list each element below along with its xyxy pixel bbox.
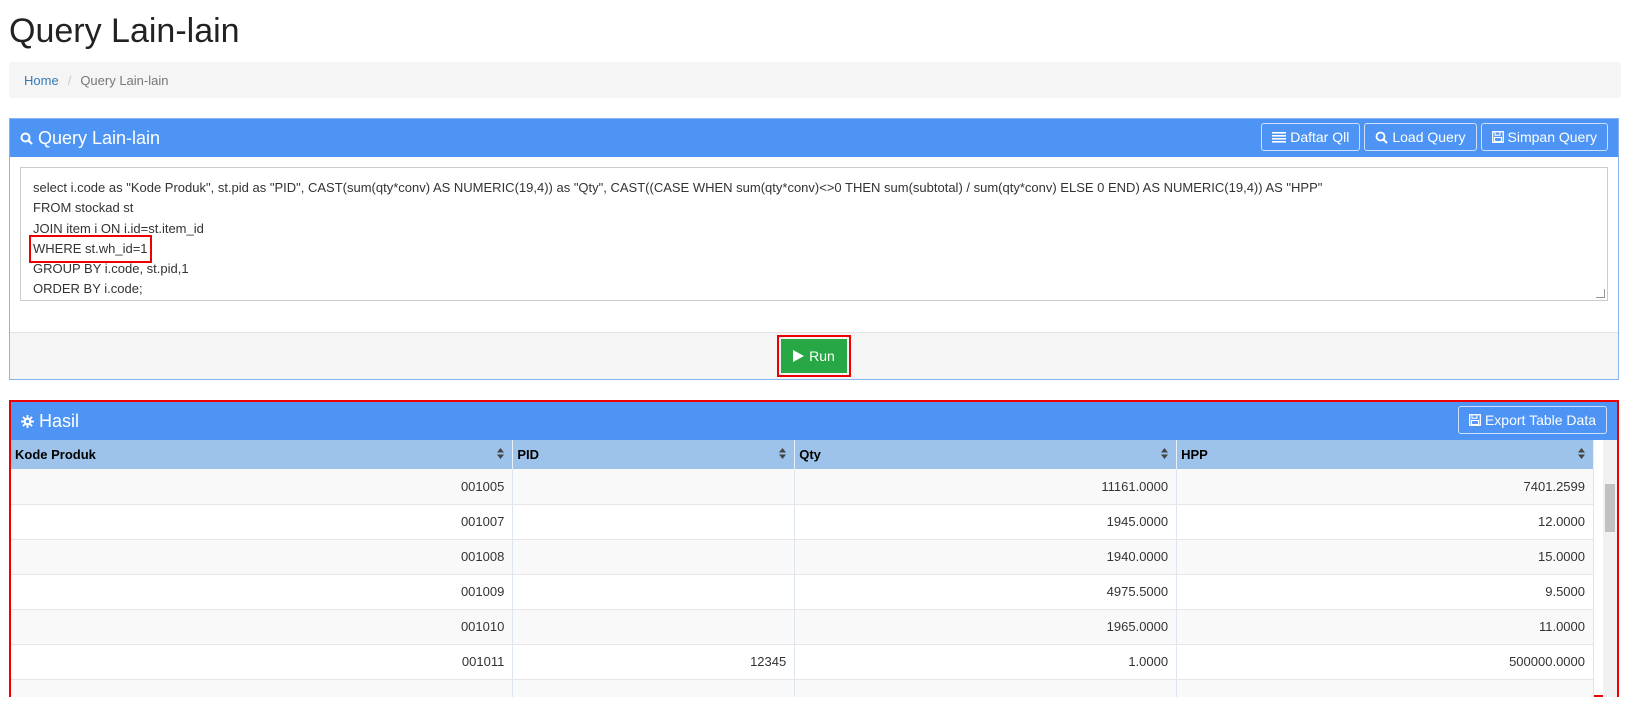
sort-icon — [779, 448, 787, 459]
query-line: ORDER BY i.code; — [33, 281, 143, 297]
cell-pid — [512, 609, 796, 645]
cell-qty: 1.0000 — [794, 644, 1178, 680]
table-row-partial[interactable] — [11, 679, 1594, 697]
cell-qty: 11161.0000 — [794, 469, 1178, 505]
column-header-label: Qty — [799, 447, 821, 462]
result-panel-title: Hasil — [21, 411, 79, 432]
result-table: Kode Produk PID Qty HPP 001005 11161.000… — [11, 440, 1594, 697]
daftar-qll-label: Daftar Qll — [1290, 129, 1350, 145]
result-toolbar: Export Table Data — [1457, 406, 1607, 434]
breadcrumb-separator: / — [67, 72, 72, 88]
simpan-query-button[interactable]: Simpan Query — [1480, 123, 1608, 151]
query-line-where: WHERE st.wh_id=1 — [29, 234, 1595, 264]
query-line: JOIN item i ON i.id=st.item_id — [33, 220, 204, 236]
column-header-label: Kode Produk — [15, 447, 96, 462]
query-toolbar: Daftar Qll Load Query Simpan Query — [1261, 123, 1608, 151]
result-panel-header: Hasil Export Table Data — [11, 402, 1617, 440]
cell-hpp: 500000.0000 — [1176, 644, 1594, 680]
export-table-data-button[interactable]: Export Table Data — [1457, 406, 1607, 434]
table-row[interactable]: 001010 1965.0000 11.0000 — [11, 609, 1594, 645]
query-panel: Query Lain-lain Daftar Qll Load Query Si… — [9, 118, 1619, 380]
cell-kode-produk: 001005 — [11, 469, 514, 505]
query-line: FROM stockad st — [33, 200, 134, 216]
column-header-qty[interactable]: Qty — [794, 440, 1178, 469]
load-query-button[interactable]: Load Query — [1364, 123, 1477, 151]
table-row[interactable]: 001007 1945.0000 12.0000 — [11, 504, 1594, 540]
result-table-container: Kode Produk PID Qty HPP 001005 11161.000… — [11, 440, 1617, 697]
play-icon — [793, 350, 805, 362]
cell-kode-produk: 001007 — [11, 504, 514, 540]
column-header-pid[interactable]: PID — [512, 440, 796, 469]
cell-pid: 12345 — [512, 644, 796, 680]
cell-pid — [512, 469, 796, 505]
cell-qty: 1940.0000 — [794, 539, 1178, 575]
cell-hpp: 9.5000 — [1176, 574, 1594, 610]
column-header-label: HPP — [1181, 447, 1208, 462]
cell-qty: 1945.0000 — [794, 504, 1178, 540]
table-row[interactable]: 001011 12345 1.0000 500000.0000 — [11, 644, 1594, 680]
cell-kode-produk: 001008 — [11, 539, 514, 575]
save-icon — [1491, 131, 1504, 143]
cell-qty: 4975.5000 — [794, 574, 1178, 610]
table-row[interactable]: 001005 11161.0000 7401.2599 — [11, 469, 1594, 505]
query-panel-title: Query Lain-lain — [20, 128, 160, 149]
cell-hpp: 11.0000 — [1176, 609, 1594, 645]
cell-kode-produk: 001010 — [11, 609, 514, 645]
cell-pid — [512, 539, 796, 575]
table-scrollbar[interactable] — [1603, 440, 1617, 697]
export-table-data-label: Export Table Data — [1484, 412, 1596, 428]
sort-icon — [1161, 448, 1169, 459]
cell-hpp — [1176, 679, 1594, 697]
breadcrumb: Home / Query Lain-lain — [9, 62, 1621, 98]
cell-pid — [512, 574, 796, 610]
cell-qty — [794, 679, 1178, 697]
search-icon — [1375, 131, 1389, 144]
breadcrumb-current: Query Lain-lain — [80, 72, 169, 88]
save-icon — [1469, 414, 1481, 426]
scrollbar-thumb[interactable] — [1605, 484, 1615, 532]
run-button[interactable]: Run — [781, 339, 847, 373]
result-panel-title-text: Hasil — [39, 410, 80, 431]
query-line: GROUP BY i.code, st.pid,1 — [33, 261, 189, 277]
gear-icon — [21, 414, 34, 428]
sort-icon — [1578, 448, 1585, 459]
run-label: Run — [809, 348, 835, 364]
column-header-hpp[interactable]: HPP — [1176, 440, 1594, 469]
run-button-highlight: Run — [777, 335, 851, 377]
breadcrumb-home-link[interactable]: Home — [24, 73, 59, 88]
where-clause-highlight: WHERE st.wh_id=1 — [29, 234, 152, 264]
result-panel: Hasil Export Table Data Kode Produk PID … — [9, 400, 1619, 697]
query-panel-header: Query Lain-lain Daftar Qll Load Query Si… — [10, 119, 1618, 157]
cell-pid — [512, 504, 796, 540]
table-header-row: Kode Produk PID Qty HPP — [11, 440, 1594, 469]
cell-hpp: 15.0000 — [1176, 539, 1594, 575]
simpan-query-label: Simpan Query — [1507, 129, 1597, 145]
search-icon — [20, 132, 33, 145]
query-textarea[interactable]: select i.code as "Kode Produk", st.pid a… — [20, 167, 1608, 301]
page-title: Query Lain-lain — [9, 12, 240, 50]
cell-kode-produk — [11, 679, 514, 697]
cell-kode-produk: 001011 — [11, 644, 514, 680]
cell-kode-produk: 001009 — [11, 574, 514, 610]
resize-handle[interactable] — [1596, 289, 1605, 298]
query-line: select i.code as "Kode Produk", st.pid a… — [33, 180, 1323, 195]
table-row[interactable]: 001009 4975.5000 9.5000 — [11, 574, 1594, 610]
query-panel-footer: Run — [10, 332, 1618, 379]
cell-pid — [512, 679, 796, 697]
load-query-label: Load Query — [1392, 129, 1466, 145]
query-panel-title-text: Query Lain-lain — [38, 127, 161, 148]
cell-qty: 1965.0000 — [794, 609, 1178, 645]
query-body: select i.code as "Kode Produk", st.pid a… — [10, 157, 1618, 335]
list-icon — [1272, 131, 1287, 143]
column-header-kode-produk[interactable]: Kode Produk — [11, 440, 514, 469]
cell-hpp: 7401.2599 — [1176, 469, 1594, 505]
column-header-label: PID — [517, 447, 539, 462]
table-row[interactable]: 001008 1940.0000 15.0000 — [11, 539, 1594, 575]
cell-hpp: 12.0000 — [1176, 504, 1594, 540]
daftar-qll-button[interactable]: Daftar Qll — [1261, 123, 1361, 151]
sort-icon — [497, 448, 505, 459]
